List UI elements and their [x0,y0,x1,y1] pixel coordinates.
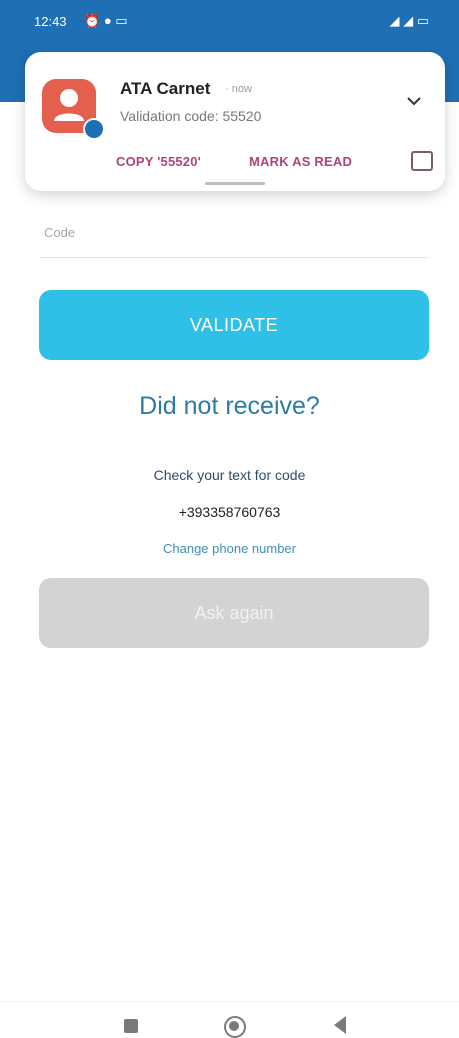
mark-as-read-button[interactable]: MARK AS READ [249,154,352,169]
status-icons-right: ◢ ◢ ▭ [389,13,429,29]
check-text-label: Check your text for code [153,467,306,483]
image-icon[interactable] [411,151,433,171]
status-time: 12:43 [34,14,67,29]
alarm-icon: ⏰ [84,13,101,28]
signal-icon: ◢ [403,13,414,28]
home-icon-inner [229,1021,239,1031]
navbar-divider [0,1001,459,1002]
cast-icon: ▭ [115,13,128,28]
phone-number: +393358760763 [178,504,281,520]
code-input[interactable]: Code [44,225,75,240]
recent-apps-icon[interactable] [124,1019,138,1033]
notification-body: Validation code: 55520 [120,108,262,124]
ask-again-button[interactable]: Ask again [39,578,429,648]
change-phone-link[interactable]: Change phone number [0,541,459,556]
back-icon[interactable] [334,1016,346,1034]
validate-button[interactable]: VALIDATE [39,290,429,360]
copy-code-button[interactable]: COPY '55520' [116,154,201,169]
chevron-down-icon[interactable] [405,92,427,114]
battery-icon: ▭ [416,13,429,28]
status-icons-left: ⏰ ● ▭ [84,13,128,29]
did-not-receive-heading: Did not receive? [139,392,320,420]
signal-icon: ◢ [389,13,400,28]
notification-drag-handle[interactable] [205,182,265,185]
code-input-underline [39,257,429,258]
message-badge-icon [83,118,105,140]
notification-app-name: ATA Carnet [120,79,211,98]
notification-time: · now [225,83,252,95]
location-icon: ● [103,13,112,28]
status-bar: 12:43 ⏰ ● ▭ ◢ ◢ ▭ [0,0,459,40]
notification-card[interactable]: ATA Carnet · now Validation code: 55520 … [25,52,445,191]
